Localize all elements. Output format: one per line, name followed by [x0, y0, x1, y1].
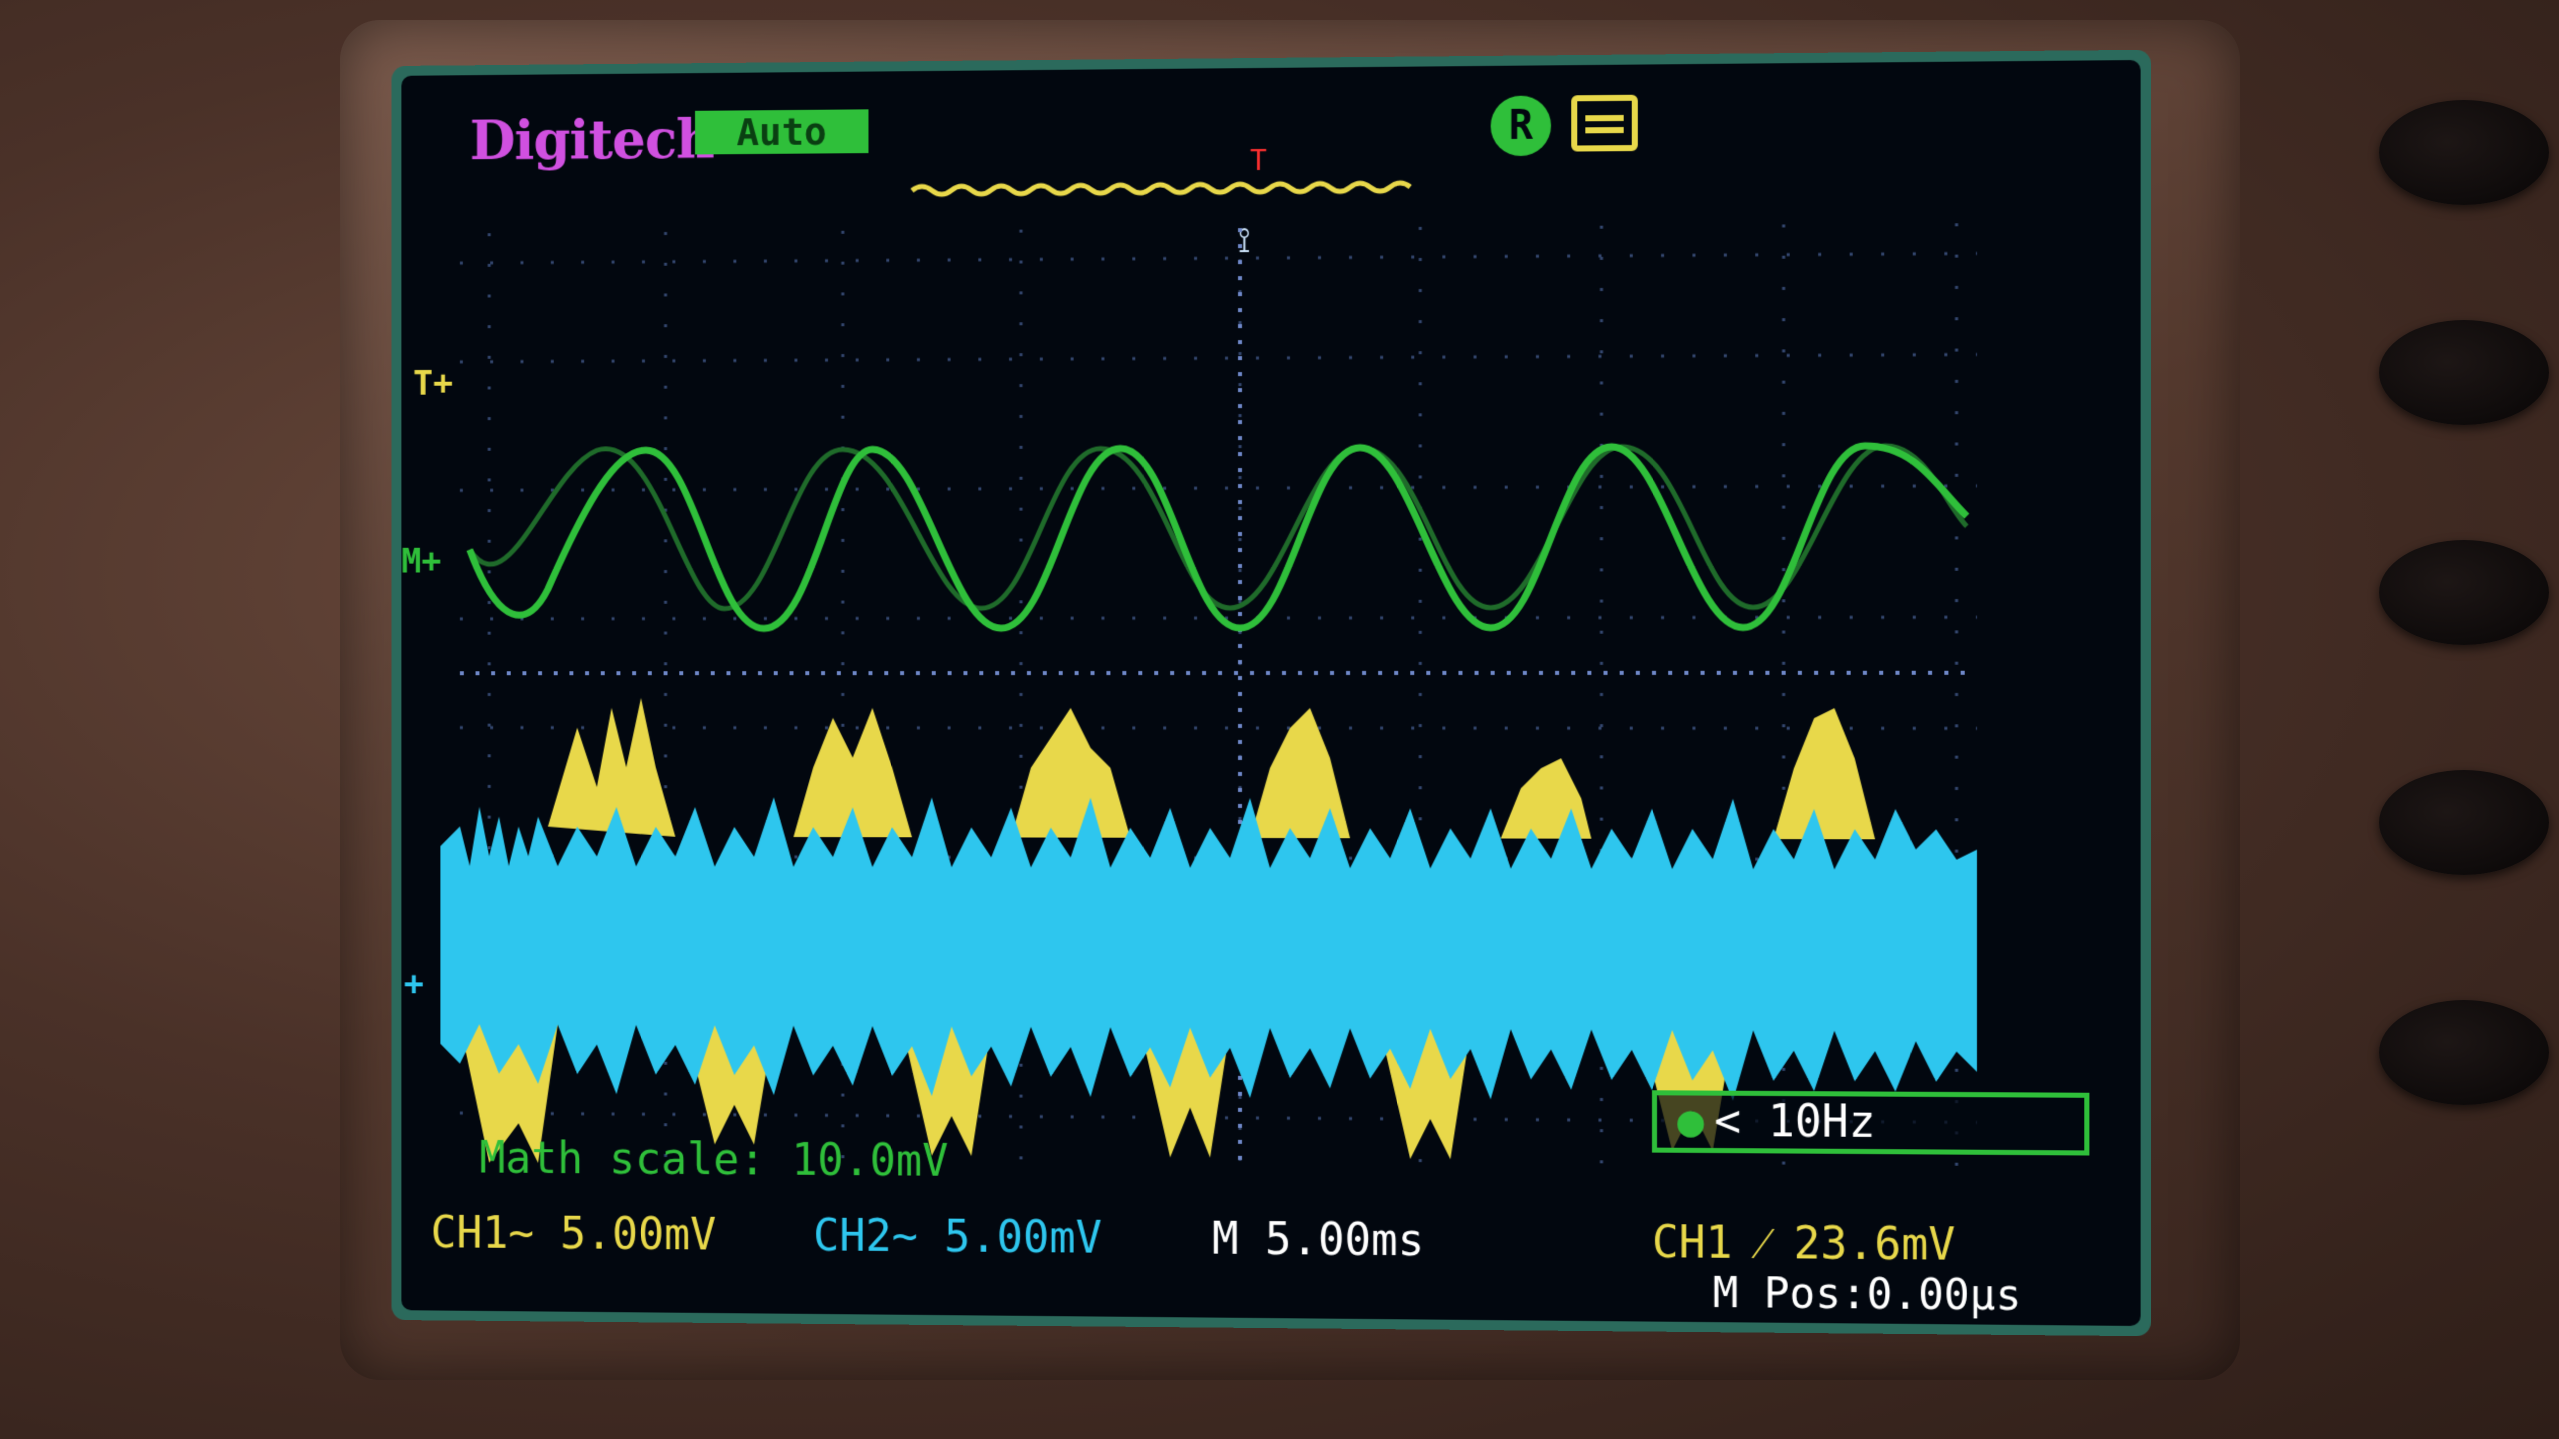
softkey-buttons: [2259, 0, 2559, 1439]
math-waveform-ghost: [470, 444, 1967, 609]
softkey-3[interactable]: [2379, 540, 2549, 645]
math-scale-label: Math scale: 10.0mV: [479, 1133, 948, 1187]
ch1-scale-label: CH1~ 5.00mV: [431, 1208, 716, 1261]
frequency-source-icon: ●: [1677, 1095, 1704, 1146]
softkey-1[interactable]: [2379, 100, 2549, 205]
trigger-level-marker: T+: [413, 364, 453, 404]
softkey-2[interactable]: [2379, 320, 2549, 425]
softkey-5[interactable]: [2379, 1000, 2549, 1105]
math-waveform: [470, 445, 1967, 628]
math-channel-marker: M+: [401, 542, 441, 582]
ch2-waveform: [440, 797, 1977, 1102]
timebase-label: M 5.00ms: [1212, 1214, 1424, 1267]
oscilloscope-screen: Digitech Auto R T ⟟ T+ M+ 2+ Math scale:…: [401, 60, 2140, 1326]
ch2-marker: 2+: [401, 964, 423, 1004]
trigger-readout: CH1 ⁄ 23.6mV: [1652, 1217, 1955, 1271]
memory-position-strip: [912, 183, 1410, 195]
ground-marker-icon: ⟟: [1238, 221, 1251, 260]
screen-frame: Digitech Auto R T ⟟ T+ M+ 2+ Math scale:…: [392, 50, 2151, 1336]
softkey-4[interactable]: [2379, 770, 2549, 875]
ch2-scale-label: CH2~ 5.00mV: [813, 1211, 1102, 1264]
horizontal-position-label: M Pos:0.00µs: [1713, 1268, 2022, 1320]
frequency-readout: ● < 10Hz: [1652, 1090, 2089, 1155]
trigger-position-icon: T: [1250, 144, 1267, 177]
frequency-value: < 10Hz: [1714, 1096, 1875, 1148]
